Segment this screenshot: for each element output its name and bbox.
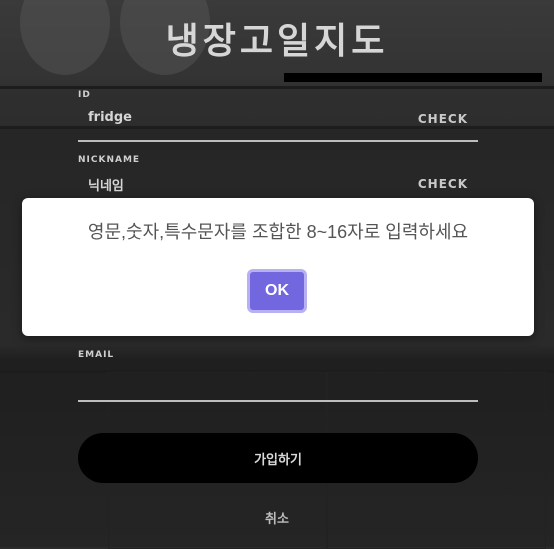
nickname-input[interactable]: 닉네임 bbox=[88, 175, 124, 194]
nickname-field: NICKNAME 닉네임 CHECK bbox=[78, 155, 478, 200]
id-field: ID fridge CHECK bbox=[78, 90, 478, 145]
cancel-button[interactable]: 취소 bbox=[0, 508, 554, 527]
alert-message: 영문,숫자,특수문자를 조합한 8~16자로 입력하세요 bbox=[87, 222, 469, 242]
signup-button[interactable]: 가입하기 bbox=[78, 433, 478, 483]
email-underline bbox=[78, 400, 478, 402]
decorative-bar bbox=[284, 73, 542, 82]
ok-button[interactable]: OK bbox=[247, 269, 307, 313]
page-title: 냉장고일지도 bbox=[165, 21, 389, 62]
nickname-label: NICKNAME bbox=[78, 155, 141, 165]
id-label: ID bbox=[78, 90, 91, 100]
email-label: EMAIL bbox=[78, 350, 115, 360]
id-underline bbox=[78, 140, 478, 142]
id-input[interactable]: fridge bbox=[88, 110, 132, 125]
nickname-check-button[interactable]: CHECK bbox=[418, 177, 468, 191]
alert-dialog: 영문,숫자,특수문자를 조합한 8~16자로 입력하세요 OK bbox=[22, 198, 534, 336]
id-check-button[interactable]: CHECK bbox=[418, 112, 468, 126]
background-shelf bbox=[0, 86, 554, 89]
email-field: EMAIL bbox=[78, 350, 478, 405]
